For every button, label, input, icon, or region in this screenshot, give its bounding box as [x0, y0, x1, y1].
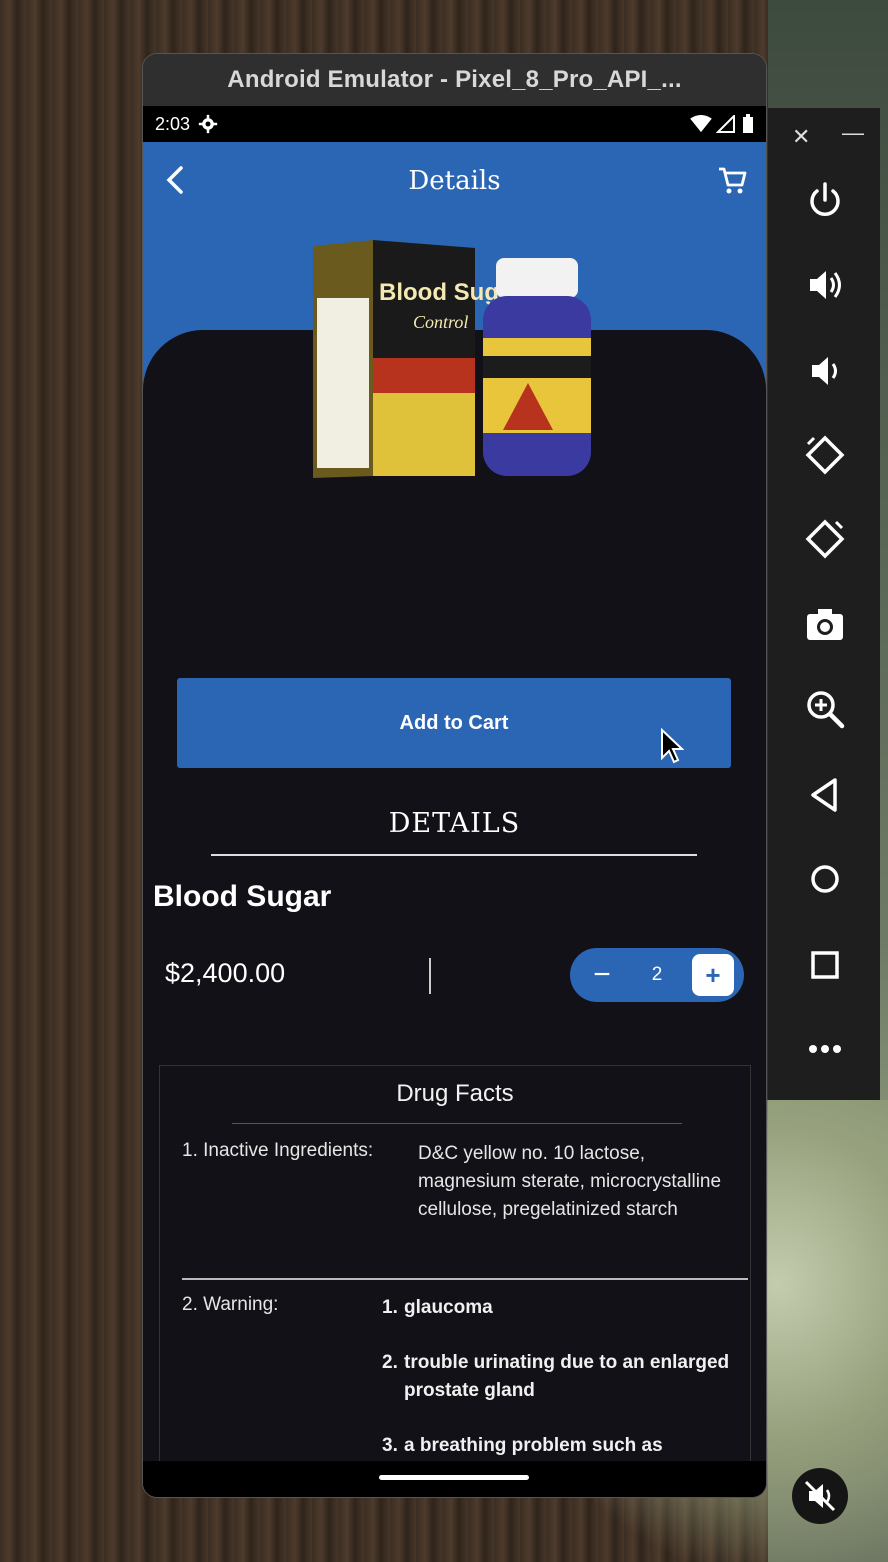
close-icon[interactable]: ✕: [792, 124, 810, 150]
list-item: 3. a breathing problem such as: [382, 1432, 742, 1460]
volume-off-icon: [804, 1480, 836, 1512]
warning-list: 1. glaucoma 2. trouble urinating due to …: [382, 1294, 742, 1487]
divider: [182, 1278, 748, 1280]
battery-icon: [743, 114, 753, 133]
zoom-icon[interactable]: [804, 688, 846, 730]
status-time: 2:03: [155, 113, 191, 134]
list-item: 2. trouble urinating due to an enlarged …: [382, 1349, 742, 1405]
emulator-window: Android Emulator - Pixel_8_Pro_API_... 2…: [143, 54, 766, 1497]
warning-label: 2. Warning:: [182, 1294, 279, 1315]
divider: [211, 854, 697, 856]
volume-up-icon[interactable]: [804, 264, 846, 306]
product-image: Blood Sugar Control: [313, 240, 591, 478]
emulator-toolbar: ✕ —: [768, 108, 880, 1100]
back-nav-icon[interactable]: [804, 774, 846, 816]
list-item: 1. glaucoma: [382, 1294, 742, 1322]
decrease-quantity-button[interactable]: −: [584, 958, 620, 992]
more-icon[interactable]: [804, 1028, 846, 1070]
home-nav-icon[interactable]: [804, 858, 846, 900]
warning-text: glaucoma: [404, 1297, 493, 1318]
warning-text: a breathing problem such as: [404, 1435, 663, 1456]
volume-down-icon[interactable]: [804, 350, 846, 392]
increase-quantity-button[interactable]: +: [692, 954, 734, 996]
app-screen: Details Blood Sugar Control Add to Cart …: [143, 142, 766, 1497]
drug-facts-card: Drug Facts 1. Inactive Ingredients: D&C …: [159, 1065, 751, 1497]
mouse-cursor-icon: [661, 728, 684, 764]
drug-facts-title: Drug Facts: [396, 1080, 514, 1107]
product-sub-text: Control: [413, 312, 468, 332]
rotate-left-icon[interactable]: [804, 434, 846, 476]
camera-icon[interactable]: [804, 604, 846, 646]
wifi-icon: [690, 115, 712, 133]
quantity-value: 2: [651, 964, 663, 985]
warning-text: trouble urinating due to an enlarged pro…: [404, 1352, 730, 1401]
nav-bar: [143, 1461, 766, 1497]
minimize-icon[interactable]: —: [842, 120, 864, 146]
page-title: Details: [408, 166, 501, 196]
inactive-ingredients-value: D&C yellow no. 10 lactose, magnesium ste…: [418, 1143, 722, 1220]
settings-icon: [198, 114, 218, 134]
mute-button[interactable]: [792, 1468, 848, 1524]
inactive-ingredients-label: 1. Inactive Ingredients:: [182, 1140, 374, 1161]
warning-number: 1.: [382, 1297, 398, 1318]
status-bar: 2:03: [143, 106, 766, 142]
details-heading: DETAILS: [388, 808, 521, 839]
divider-vertical: [429, 958, 431, 994]
product-name: Blood Sugar: [153, 880, 332, 913]
divider: [232, 1123, 682, 1124]
home-gesture-handle[interactable]: [379, 1475, 529, 1480]
quantity-stepper: − 2 +: [570, 948, 744, 1002]
overview-nav-icon[interactable]: [804, 944, 846, 986]
product-price: $2,400.00: [165, 958, 286, 988]
signal-icon: [716, 115, 735, 133]
add-to-cart-button[interactable]: Add to Cart: [177, 678, 731, 768]
warning-number: 2.: [382, 1352, 398, 1373]
window-title[interactable]: Android Emulator - Pixel_8_Pro_API_...: [143, 54, 766, 106]
cart-icon[interactable]: [716, 164, 748, 196]
rotate-right-icon[interactable]: [804, 518, 846, 560]
warning-number: 3.: [382, 1435, 398, 1456]
power-icon[interactable]: [804, 180, 846, 222]
